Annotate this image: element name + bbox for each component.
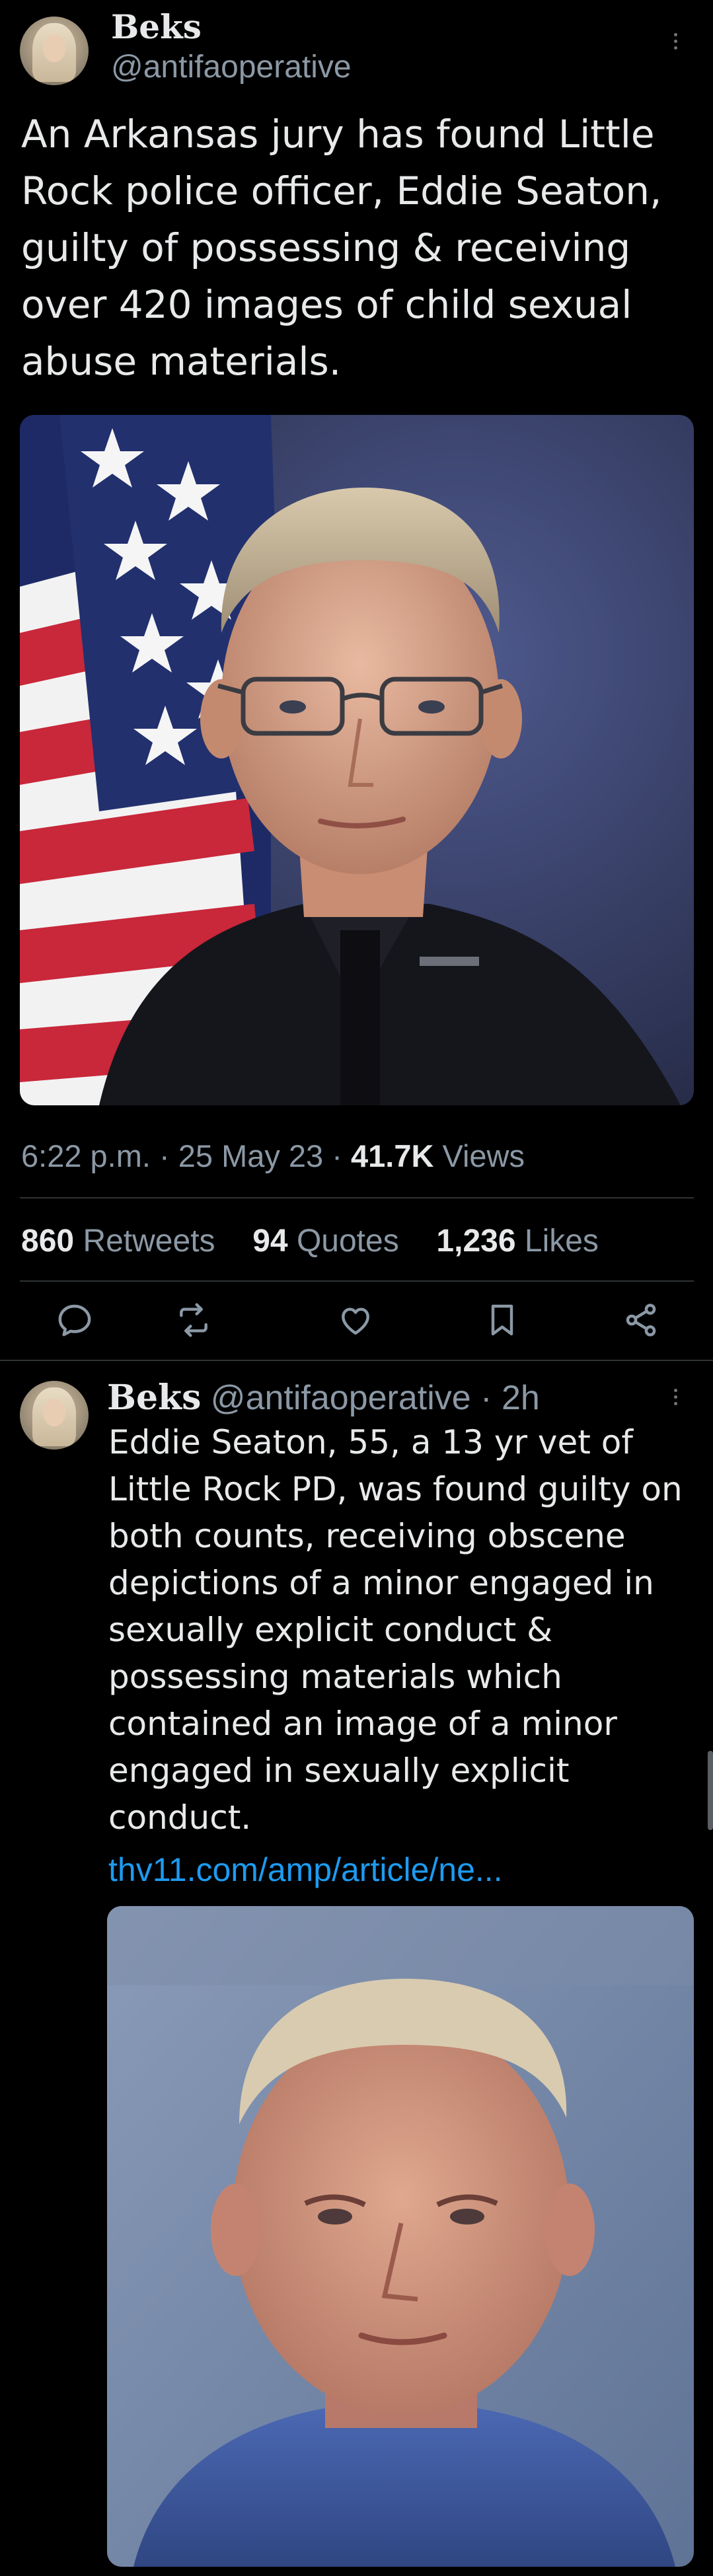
tweet-text: An Arkansas jury has found Little Rock p… — [21, 112, 662, 384]
like-icon[interactable] — [337, 1302, 374, 1339]
share-icon[interactable] — [622, 1302, 659, 1339]
reply-link[interactable]: thv11.com/amp/article/ne... — [108, 1847, 503, 1893]
likes-stat[interactable]: 1,236 Likes — [436, 1224, 599, 1259]
author-handle[interactable]: @antifaoperative — [111, 48, 352, 87]
tweet-time[interactable]: 6:22 p.m. — [21, 1138, 151, 1173]
divider — [20, 1280, 694, 1282]
quotes-stat[interactable]: 94 Quotes — [252, 1224, 399, 1259]
retweet-icon[interactable] — [175, 1302, 212, 1339]
reply-text: Eddie Seaton, 55, a 13 yr vet of Little … — [108, 1423, 683, 1837]
views-label: Views — [442, 1138, 525, 1173]
reply-icon[interactable] — [56, 1302, 93, 1339]
tweet-date[interactable]: 25 May 23 — [178, 1138, 323, 1173]
bookmark-icon[interactable] — [484, 1302, 521, 1339]
tweet-meta: 6:22 p.m. · 25 May 23 · 41.7K Views — [21, 1138, 525, 1173]
reply-more-options-icon[interactable] — [674, 1389, 677, 1405]
reply-author-avatar[interactable] — [20, 1381, 89, 1450]
divider — [20, 1197, 694, 1198]
tweet-stats: 860 Retweets 94 Quotes 1,236 Likes — [21, 1218, 599, 1265]
reply-handle[interactable]: @antifaoperative — [211, 1379, 471, 1417]
reply-header: Beks @antifaoperative · 2h — [107, 1378, 540, 1418]
scrollbar-thumb[interactable] — [708, 1751, 713, 1830]
reply-time-ago[interactable]: 2h — [502, 1379, 540, 1417]
divider — [0, 1360, 713, 1361]
reply-photo[interactable] — [107, 1906, 694, 2567]
more-options-icon[interactable] — [674, 33, 677, 50]
reply-display-name[interactable]: Beks — [107, 1378, 201, 1418]
views-count: 41.7K — [350, 1138, 434, 1173]
author-avatar[interactable] — [20, 17, 89, 85]
tweet-photo[interactable] — [20, 415, 694, 1105]
author-display-name[interactable]: Beks — [111, 7, 202, 48]
retweets-stat[interactable]: 860 Retweets — [21, 1224, 215, 1259]
